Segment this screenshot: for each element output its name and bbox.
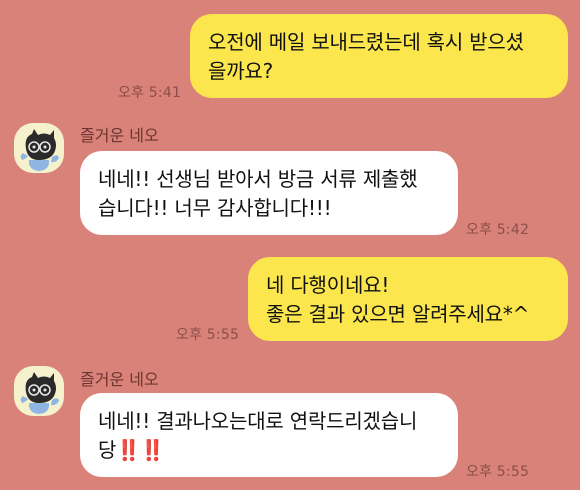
sender-name-2: 즐거운 네오	[80, 370, 159, 389]
neo-character-avatar-icon	[20, 372, 59, 414]
sender-avatar-icon[interactable]	[14, 123, 64, 173]
sender-avatar-icon[interactable]	[14, 366, 64, 416]
message-time-3: 오후 5:55	[176, 327, 240, 343]
neo-character-avatar-icon	[20, 129, 59, 171]
my-message-bubble-1[interactable]: 오전에 메일 보내드렸는데 혹시 받으셨 을까요?	[190, 14, 568, 98]
sender-name-1: 즐거운 네오	[80, 126, 159, 145]
message-text-line-2: 당	[98, 438, 117, 462]
other-message-bubble-2[interactable]: 네네!! 선생님 받아서 방금 서류 제출했 습니다!! 너무 감사합니다!!!	[80, 151, 458, 235]
other-message-bubble-4[interactable]: 네네!! 결과나오는대로 연락드리겠습니 당‼️‼️	[80, 393, 458, 477]
message-time-4: 오후 5:55	[466, 464, 530, 480]
double-exclamation-icon: ‼️‼️	[116, 438, 165, 462]
message-text-line-1: 네네!! 결과나오는대로 연락드리겠습니	[98, 409, 418, 433]
my-message-bubble-3[interactable]: 네 다행이네요! 좋은 결과 있으면 알려주세요*^	[248, 257, 568, 341]
message-time-2: 오후 5:42	[466, 222, 530, 238]
chat-room: 오전에 메일 보내드렸는데 혹시 받으셨 을까요? 오후 5:41 즐거운 네오…	[0, 0, 580, 490]
message-time-1: 오후 5:41	[118, 85, 182, 101]
